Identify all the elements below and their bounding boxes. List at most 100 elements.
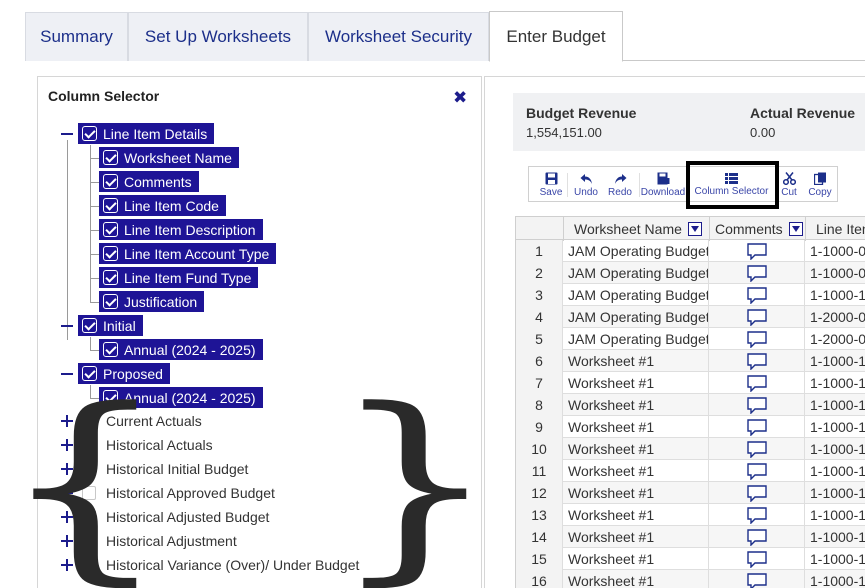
checkbox-checked-icon[interactable] <box>82 318 97 333</box>
worksheet-name-cell[interactable]: Worksheet #1 <box>563 504 709 526</box>
table-row[interactable]: 8Worksheet #1 1-1000-10 <box>515 394 865 416</box>
worksheet-name-header[interactable]: Worksheet Name <box>564 217 710 241</box>
checkbox-checked-icon[interactable] <box>103 270 118 285</box>
line-item-cell[interactable]: 1-1000-10 <box>805 416 865 438</box>
comments-cell[interactable] <box>709 350 805 372</box>
comment-bubble-icon[interactable] <box>746 352 767 370</box>
comments-cell[interactable] <box>709 526 805 548</box>
worksheet-name-cell[interactable]: Worksheet #1 <box>563 460 709 482</box>
comment-bubble-icon[interactable] <box>746 572 767 588</box>
table-row[interactable]: 13Worksheet #1 1-1000-10 <box>515 504 865 526</box>
download-button[interactable]: Download <box>640 167 686 203</box>
line-item-cell[interactable]: 1-1000-10 <box>805 548 865 570</box>
table-row[interactable]: 5 JAM Operating Budget 2 1-2000-0 <box>515 328 865 350</box>
comment-bubble-icon[interactable] <box>746 550 767 568</box>
checkbox-checked-icon[interactable] <box>103 198 118 213</box>
comment-bubble-icon[interactable] <box>746 264 767 282</box>
tab-enter-budget[interactable]: Enter Budget <box>489 11 623 62</box>
table-row[interactable]: 3JAM Operating Budget 2 1-1000-10 <box>515 284 865 306</box>
line-item-header[interactable]: Line Iten <box>806 217 865 241</box>
line-item-cell[interactable]: 1-1000-0 <box>805 240 865 262</box>
cut-button[interactable]: Cut <box>775 167 803 203</box>
line-item-cell[interactable]: 1-1000-10 <box>805 394 865 416</box>
worksheet-name-cell[interactable]: Worksheet #1 <box>563 350 709 372</box>
comment-bubble-icon[interactable] <box>746 308 767 326</box>
item-line-item-account-type[interactable]: Line Item Account Type <box>99 243 277 264</box>
filter-dropdown-icon[interactable] <box>788 222 803 236</box>
line-item-cell[interactable]: 1-1000-10 <box>805 504 865 526</box>
table-row[interactable]: 16Worksheet #1 1-1000-10 <box>515 570 865 588</box>
line-item-cell[interactable]: 1-1000-10 <box>805 350 865 372</box>
comments-cell[interactable] <box>709 372 805 394</box>
item-line-item-code[interactable]: Line Item Code <box>99 195 226 216</box>
comment-bubble-icon[interactable] <box>746 286 767 304</box>
worksheet-name-cell[interactable]: Worksheet #1 <box>563 482 709 504</box>
filter-dropdown-icon[interactable] <box>687 222 702 236</box>
comment-bubble-icon[interactable] <box>746 462 767 480</box>
table-row[interactable]: 14Worksheet #1 1-1000-10 <box>515 526 865 548</box>
worksheet-name-cell[interactable]: Worksheet #1 <box>563 570 709 588</box>
item-line-item-description[interactable]: Line Item Description <box>99 219 263 240</box>
table-row[interactable]: 4 JAM Operating Budget 2 1-2000-0 <box>515 306 865 328</box>
tab-worksheet-security[interactable]: Worksheet Security <box>308 12 489 61</box>
save-button[interactable]: Save <box>533 167 569 203</box>
worksheet-name-cell[interactable]: JAM Operating Budget 2 <box>563 240 709 262</box>
line-item-cell[interactable]: 1-1000-10 <box>805 438 865 460</box>
table-row[interactable]: 12Worksheet #1 1-1000-10 <box>515 482 865 504</box>
table-row[interactable]: 9Worksheet #1 1-1000-10 <box>515 416 865 438</box>
comment-bubble-icon[interactable] <box>746 418 767 436</box>
redo-button[interactable]: Redo <box>603 167 637 203</box>
comments-cell[interactable] <box>709 570 805 588</box>
comment-bubble-icon[interactable] <box>746 484 767 502</box>
comment-bubble-icon[interactable] <box>746 506 767 524</box>
worksheet-name-cell[interactable]: Worksheet #1 <box>563 526 709 548</box>
line-item-cell[interactable]: 1-1000-10 <box>805 482 865 504</box>
item-comments[interactable]: Comments <box>99 171 199 192</box>
line-item-cell[interactable]: 1-1000-10 <box>805 526 865 548</box>
worksheet-name-cell[interactable]: JAM Operating Budget 2 <box>563 284 709 306</box>
comments-cell[interactable] <box>709 394 805 416</box>
comments-cell[interactable] <box>709 262 805 284</box>
comments-header[interactable]: Comments <box>710 217 806 241</box>
comment-bubble-icon[interactable] <box>746 528 767 546</box>
checkbox-checked-icon[interactable] <box>103 294 118 309</box>
item-initial-annual[interactable]: Annual (2024 - 2025) <box>99 339 263 360</box>
comment-bubble-icon[interactable] <box>746 396 767 414</box>
checkbox-checked-icon[interactable] <box>103 174 118 189</box>
worksheet-name-cell[interactable]: Worksheet #1 <box>563 416 709 438</box>
line-item-cell[interactable]: 1-1000-10 <box>805 284 865 306</box>
table-row[interactable]: 7Worksheet #1 1-1000-10 <box>515 372 865 394</box>
checkbox-checked-icon[interactable] <box>103 246 118 261</box>
checkbox-checked-icon[interactable] <box>103 342 118 357</box>
line-item-cell[interactable]: 1-2000-0 <box>805 306 865 328</box>
collapse-minus-icon[interactable] <box>61 133 73 135</box>
group-line-item-details[interactable]: Line Item Details <box>78 123 215 144</box>
worksheet-name-cell[interactable]: JAM Operating Budget 2 <box>563 306 709 328</box>
table-row[interactable]: 15Worksheet #1 1-1000-10 <box>515 548 865 570</box>
worksheet-name-cell[interactable]: Worksheet #1 <box>563 372 709 394</box>
comment-bubble-icon[interactable] <box>746 440 767 458</box>
worksheet-name-cell[interactable]: Worksheet #1 <box>563 548 709 570</box>
group-initial[interactable]: Initial <box>78 315 143 336</box>
table-row[interactable]: 1 JAM Operating Budget 2 1-1000-0 <box>515 240 865 262</box>
table-row[interactable]: 10Worksheet #1 1-1000-10 <box>515 438 865 460</box>
table-row[interactable]: 11Worksheet #1 1-1000-10 <box>515 460 865 482</box>
checkbox-checked-icon[interactable] <box>103 222 118 237</box>
comments-cell[interactable] <box>709 460 805 482</box>
line-item-cell[interactable]: 1-1000-10 <box>805 372 865 394</box>
comment-bubble-icon[interactable] <box>746 242 767 260</box>
comment-bubble-icon[interactable] <box>746 374 767 392</box>
comments-cell[interactable] <box>709 504 805 526</box>
item-line-item-fund-type[interactable]: Line Item Fund Type <box>99 267 259 288</box>
table-row[interactable]: 6Worksheet #1 1-1000-10 <box>515 350 865 372</box>
comments-cell[interactable] <box>709 548 805 570</box>
line-item-cell[interactable]: 1-1000-10 <box>805 570 865 588</box>
comments-cell[interactable] <box>709 482 805 504</box>
comments-cell[interactable] <box>709 240 805 262</box>
worksheet-name-cell[interactable]: JAM Operating Budget 2 <box>563 262 709 284</box>
collapse-minus-icon[interactable] <box>61 325 73 327</box>
comments-cell[interactable] <box>709 328 805 350</box>
copy-button[interactable]: Copy <box>803 167 837 203</box>
tab-set-up-worksheets[interactable]: Set Up Worksheets <box>128 12 308 61</box>
undo-button[interactable]: Undo <box>569 167 603 203</box>
